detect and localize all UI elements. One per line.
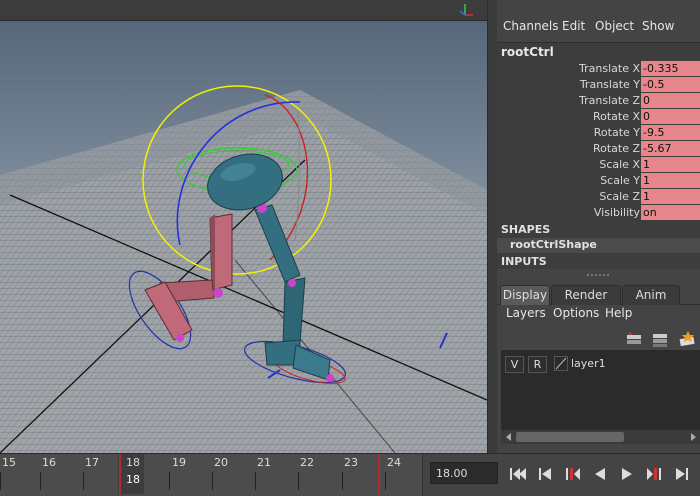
- channel-box: rootCtrl Translate X -0.335 Translate Y …: [497, 42, 700, 269]
- node-name[interactable]: rootCtrl: [501, 45, 554, 59]
- attr-label: Translate Y: [579, 78, 640, 91]
- current-frame-label: 18: [126, 473, 140, 486]
- view-axis-icon: [459, 4, 473, 16]
- tick-label: 17: [85, 456, 99, 469]
- tick-label: 19: [172, 456, 186, 469]
- attr-row-translate-x[interactable]: Translate X -0.335: [497, 61, 700, 77]
- attr-row-translate-z[interactable]: Translate Z 0: [497, 93, 700, 109]
- attr-label: Rotate X: [592, 110, 640, 123]
- step-back-key-icon[interactable]: [562, 464, 582, 484]
- attr-label: Visibility: [593, 206, 640, 219]
- attr-value-field[interactable]: 1: [641, 173, 700, 188]
- attr-value-field[interactable]: -5.67: [641, 141, 700, 156]
- layer-list-scrollbar[interactable]: [501, 430, 700, 444]
- layer-tool-icons: [627, 331, 695, 347]
- 3d-viewport[interactable]: [0, 0, 487, 453]
- attr-label: Translate Z: [579, 94, 640, 107]
- attr-row-scale-z[interactable]: Scale Z 1: [497, 189, 700, 205]
- tab-render[interactable]: Render: [551, 285, 621, 305]
- scrollbar-thumb[interactable]: [516, 432, 624, 442]
- attr-label: Scale Z: [599, 190, 640, 203]
- attr-value-field[interactable]: 1: [641, 157, 700, 172]
- step-forward-key-icon[interactable]: [645, 464, 665, 484]
- tick-label: 22: [300, 456, 314, 469]
- tick-label: 18: [126, 456, 140, 469]
- side-panel: Channels Edit Object Show rootCtrl Trans…: [497, 0, 700, 453]
- current-time-marker[interactable]: [119, 454, 121, 494]
- attr-value-field[interactable]: -9.5: [641, 125, 700, 140]
- channel-box-menubar: Channels Edit Object Show: [497, 19, 700, 39]
- tick-label: 16: [42, 456, 56, 469]
- menu-edit[interactable]: Edit: [562, 19, 585, 33]
- menu-object[interactable]: Object: [595, 19, 634, 33]
- menu-help[interactable]: Help: [605, 306, 632, 320]
- attr-value-field[interactable]: -0.335: [641, 61, 700, 76]
- menu-layers[interactable]: Layers: [506, 306, 546, 320]
- new-empty-layer-icon[interactable]: [653, 334, 667, 347]
- attr-value-field[interactable]: 1: [641, 189, 700, 204]
- attr-label: Scale X: [599, 158, 640, 171]
- create-layer-icon[interactable]: [679, 331, 695, 347]
- menu-show[interactable]: Show: [642, 19, 674, 33]
- attr-row-rotate-y[interactable]: Rotate Y -9.5: [497, 125, 700, 141]
- layer-display-type-icon[interactable]: [554, 356, 568, 371]
- layer-render-toggle[interactable]: R: [528, 356, 547, 373]
- layer-visibility-toggle[interactable]: V: [505, 356, 524, 373]
- new-layer-from-selected-icon[interactable]: [627, 331, 641, 344]
- attr-label: Scale Y: [600, 174, 640, 187]
- tab-display[interactable]: Display: [500, 285, 550, 305]
- tick-label: 20: [214, 456, 228, 469]
- attr-row-scale-y[interactable]: Scale Y 1: [497, 173, 700, 189]
- tick-label: 15: [2, 456, 16, 469]
- play-backwards-icon[interactable]: [590, 464, 610, 484]
- attr-row-scale-x[interactable]: Scale X 1: [497, 157, 700, 173]
- attr-row-translate-y[interactable]: Translate Y -0.5: [497, 77, 700, 93]
- attr-row-rotate-x[interactable]: Rotate X 0: [497, 109, 700, 125]
- attr-value-field[interactable]: -0.5: [641, 77, 700, 92]
- attr-label: Rotate Y: [593, 126, 640, 139]
- attr-value-field[interactable]: 0: [641, 109, 700, 124]
- playback-range-end-marker: [378, 454, 380, 494]
- shapes-section-label: SHAPES: [501, 223, 551, 236]
- scroll-left-icon[interactable]: [506, 433, 511, 441]
- tick-label: 21: [257, 456, 271, 469]
- scroll-right-icon[interactable]: [691, 433, 696, 441]
- attr-row-visibility[interactable]: Visibility on: [497, 205, 700, 221]
- panel-resize-grip[interactable]: [497, 270, 700, 280]
- attr-label: Rotate Z: [592, 142, 640, 155]
- shape-node-row[interactable]: rootCtrlShape: [497, 238, 700, 253]
- time-slider[interactable]: 15 16 17 18 19 20 21 22 23 24 18 18.00: [0, 453, 700, 496]
- tab-anim[interactable]: Anim: [622, 285, 680, 305]
- go-to-start-icon[interactable]: [508, 464, 528, 484]
- shape-node-name: rootCtrlShape: [510, 238, 597, 251]
- attr-label: Translate X: [579, 62, 640, 75]
- current-frame-field[interactable]: 18.00: [430, 462, 498, 484]
- attr-value-field[interactable]: 0: [641, 93, 700, 108]
- timeline-ruler[interactable]: 15 16 17 18 19 20 21 22 23 24 18: [0, 454, 423, 496]
- step-forward-frame-icon[interactable]: [672, 464, 692, 484]
- layer-editor-tabs: Display Render Anim: [497, 284, 700, 305]
- step-back-frame-icon[interactable]: [535, 464, 555, 484]
- inputs-section-label[interactable]: INPUTS: [501, 255, 547, 268]
- layer-name[interactable]: layer1: [571, 357, 606, 370]
- attr-row-rotate-z[interactable]: Rotate Z -5.67: [497, 141, 700, 157]
- tick-label: 24: [387, 456, 401, 469]
- tick-label: 23: [344, 456, 358, 469]
- attr-value-field[interactable]: on: [641, 205, 700, 220]
- menu-channels[interactable]: Channels: [503, 19, 559, 33]
- viewport-header: [0, 0, 487, 21]
- play-forwards-icon[interactable]: [617, 464, 637, 484]
- menu-options[interactable]: Options: [553, 306, 599, 320]
